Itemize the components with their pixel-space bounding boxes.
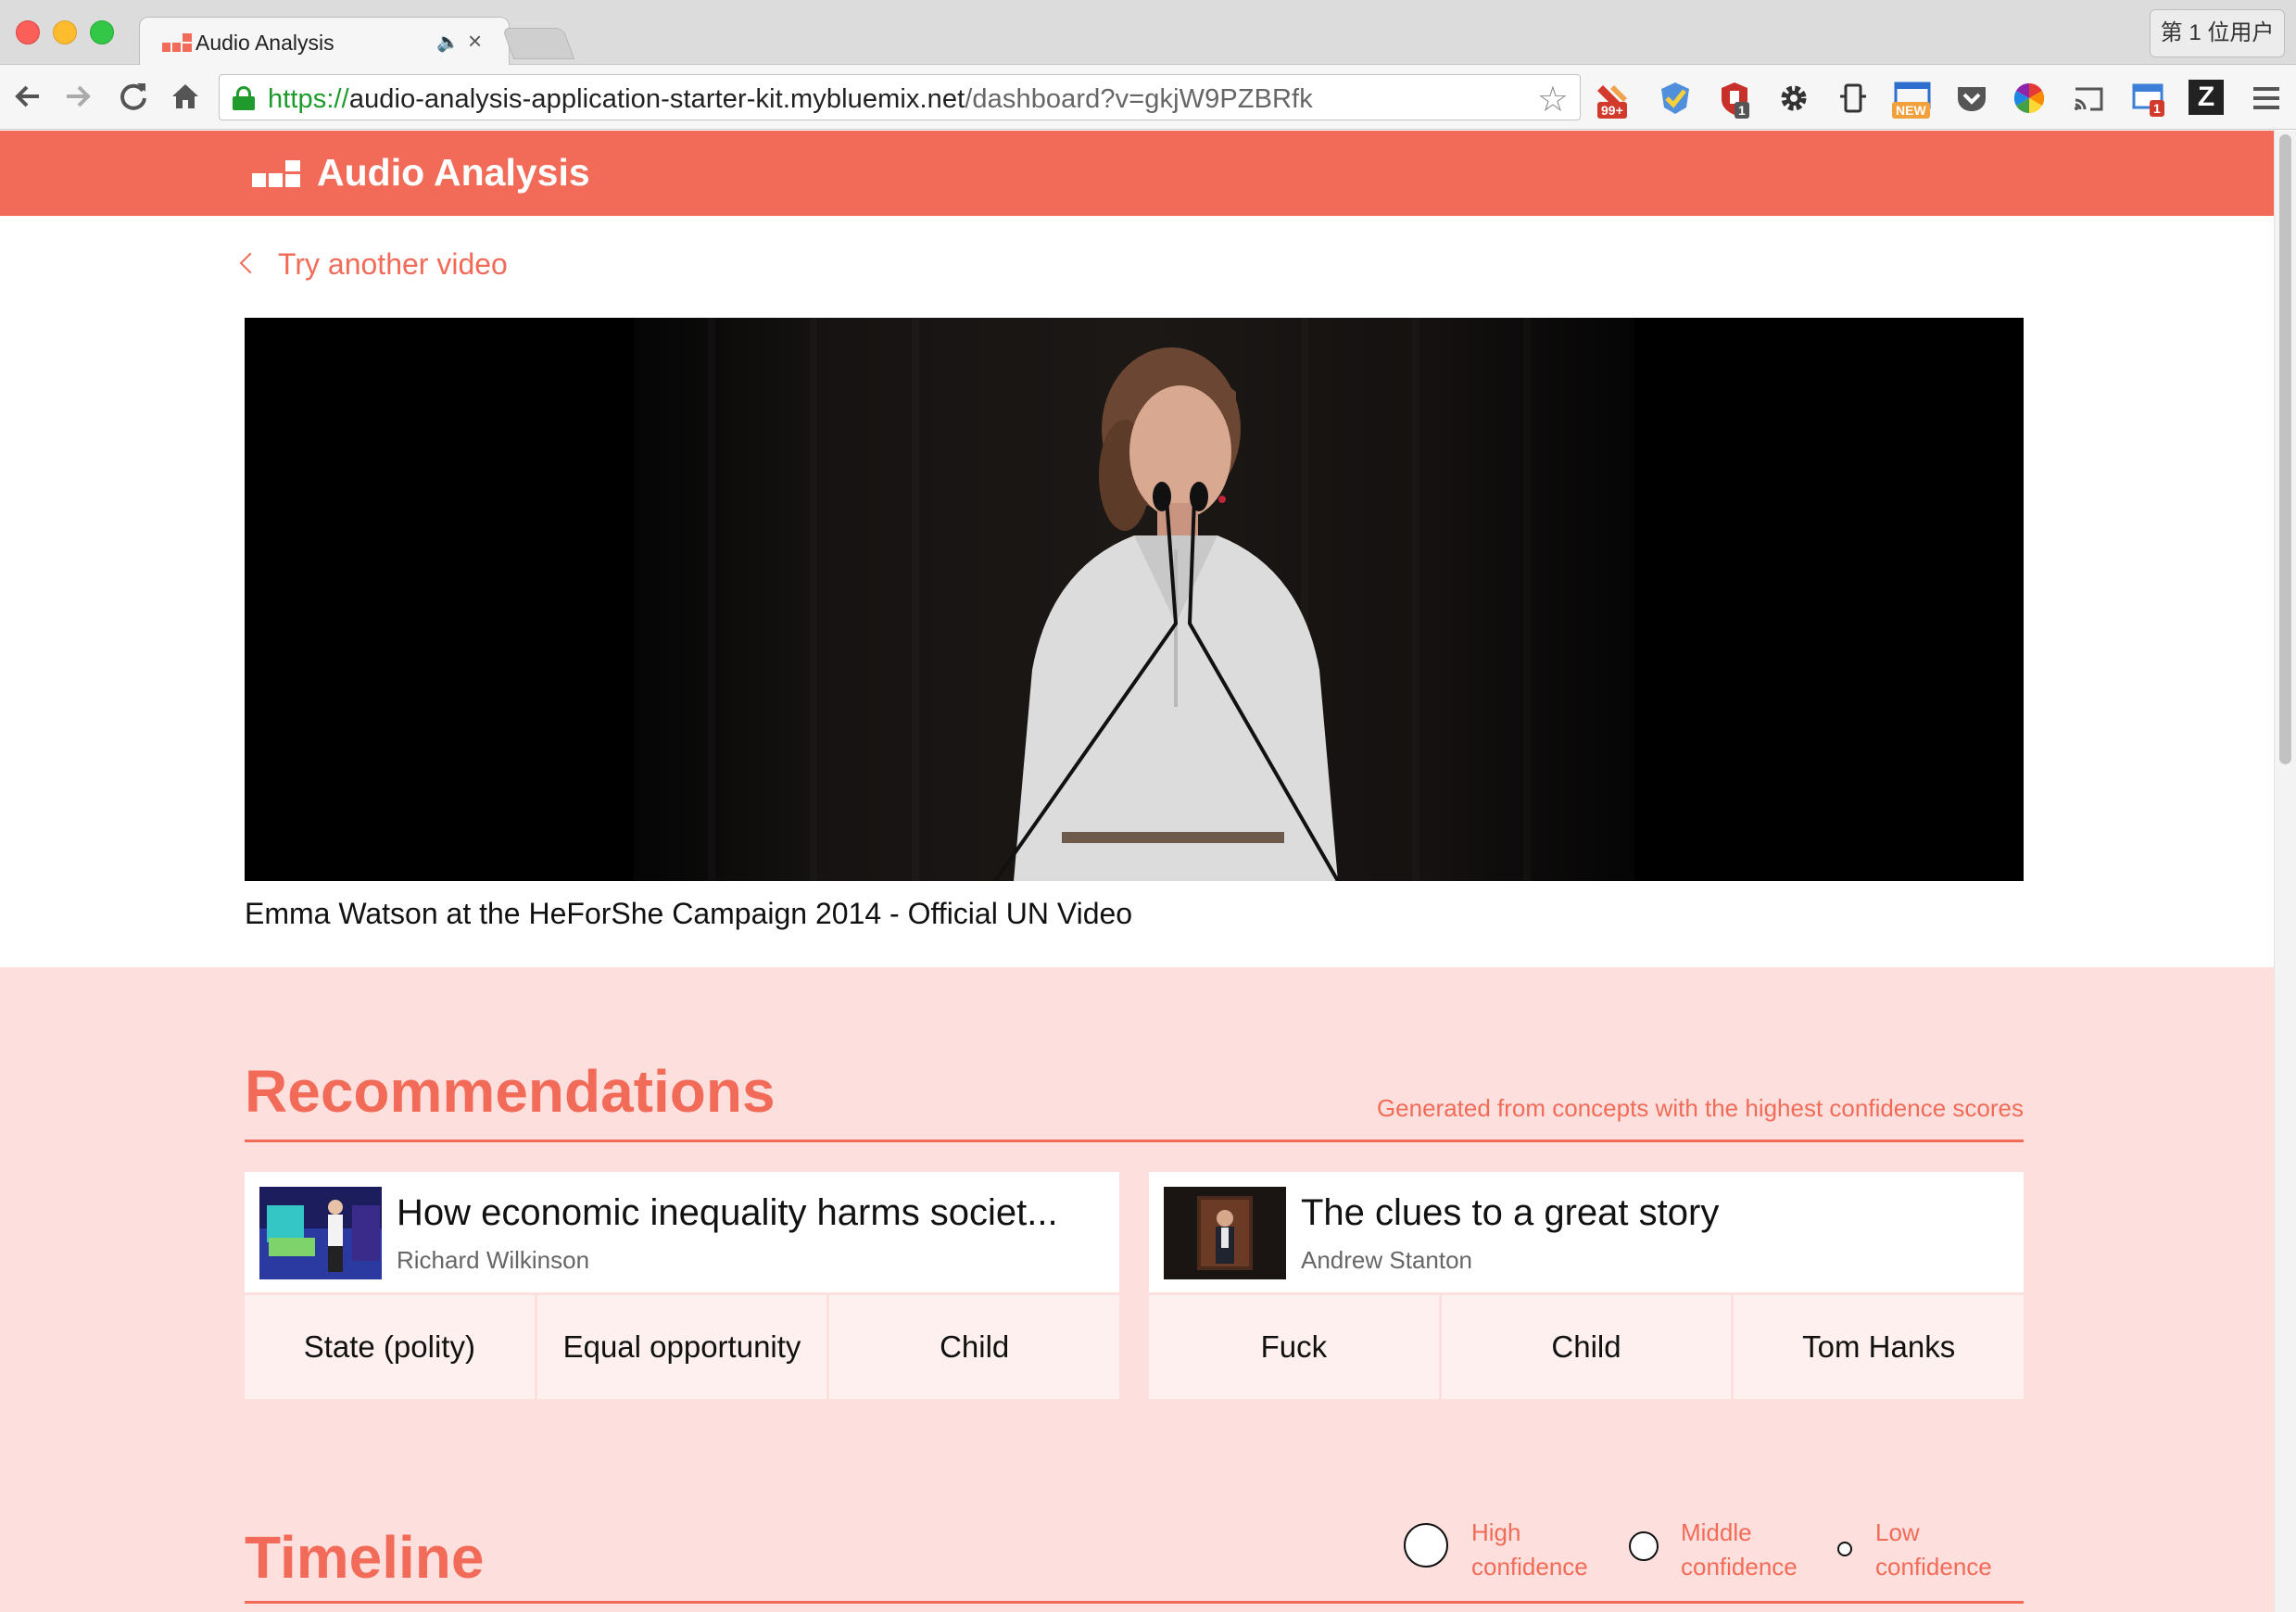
video-frame	[634, 318, 1634, 881]
cast-icon[interactable]	[2070, 80, 2107, 117]
concept-tags: State (polity) Equal opportunity Child	[245, 1295, 1120, 1399]
video-title: Emma Watson at the HeForShe Campaign 201…	[245, 897, 1133, 930]
color-wheel-icon[interactable]	[2011, 80, 2048, 117]
audio-analysis-logo-icon	[252, 160, 300, 188]
calendar-icon[interactable]: 1	[2129, 80, 2166, 117]
browser-toolbar: https://audio-analysis-application-start…	[0, 65, 2296, 130]
new-tab-button[interactable]	[501, 28, 575, 59]
gear-icon[interactable]	[1775, 80, 1812, 117]
video-player[interactable]	[245, 318, 2024, 881]
close-window-button[interactable]	[16, 20, 40, 44]
timeline-heading: Timeline	[245, 1524, 485, 1591]
recommendations-heading: Recommendations	[245, 1058, 776, 1125]
recommendations-subtitle: Generated from concepts with the highest…	[1376, 1094, 2024, 1122]
bookmark-star-icon[interactable]: ☆	[1537, 79, 1569, 120]
talk-thumbnail	[259, 1187, 382, 1279]
concept-tag[interactable]: Tom Hanks	[1734, 1295, 2025, 1399]
audio-analysis-favicon-icon	[162, 33, 192, 52]
low-confidence-label: Low confidence	[1875, 1518, 1992, 1581]
speaker-icon[interactable]: 🔈	[436, 31, 460, 54]
timeline-divider	[245, 1601, 2024, 1604]
menu-icon[interactable]	[2250, 80, 2287, 117]
checkmark-shield-icon[interactable]	[1657, 80, 1694, 117]
reload-icon[interactable]	[117, 80, 150, 119]
recommendation-author: Richard Wilkinson	[397, 1246, 590, 1274]
profile-button[interactable]: 第 1 位用户	[2150, 9, 2285, 57]
back-arrow-icon[interactable]	[11, 80, 44, 119]
concept-tag[interactable]: State (polity)	[245, 1295, 535, 1399]
app-header: Audio Analysis	[0, 131, 2274, 216]
recommendation-title[interactable]: How economic inequality harms societ...	[397, 1192, 1058, 1234]
minimize-window-button[interactable]	[53, 20, 77, 44]
ublock-icon[interactable]: 1	[1716, 80, 1753, 119]
high-confidence-label: High confidence	[1471, 1518, 1588, 1581]
address-bar[interactable]: https://audio-analysis-application-start…	[219, 74, 1581, 120]
home-icon[interactable]	[169, 80, 202, 119]
url-text[interactable]: https://audio-analysis-application-start…	[268, 84, 1313, 115]
close-tab-icon[interactable]: ×	[468, 27, 482, 56]
page-content: Audio Analysis Try another video Emma Wa…	[0, 131, 2274, 1612]
lock-icon	[233, 86, 255, 110]
browser-titlebar: Audio Analysis 🔈 × 第 1 位用户	[0, 0, 2296, 67]
talk-thumbnail	[1164, 1187, 1286, 1279]
middle-confidence-circle-icon	[1629, 1531, 1659, 1561]
page-scrollbar[interactable]	[2274, 131, 2296, 1612]
high-confidence-circle-icon	[1404, 1523, 1448, 1568]
concept-tags: Fuck Child Tom Hanks	[1149, 1295, 2025, 1399]
concept-tag[interactable]: Fuck	[1149, 1295, 1439, 1399]
recommendation-author: Andrew Stanton	[1301, 1246, 1473, 1274]
back-link-label: Try another video	[278, 247, 508, 281]
new-tab-icon[interactable]: NEW	[1892, 80, 1931, 119]
chevron-left-icon	[239, 252, 261, 274]
recommendation-card[interactable]: The clues to a great story Andrew Stanto…	[1149, 1172, 2025, 1399]
scrollbar-thumb[interactable]	[2279, 134, 2291, 764]
zoom-window-button[interactable]	[90, 20, 114, 44]
forward-arrow-icon[interactable]	[61, 80, 95, 119]
app-title: Audio Analysis	[317, 151, 590, 194]
concept-tag[interactable]: Child	[829, 1295, 1120, 1399]
low-confidence-circle-icon	[1837, 1542, 1852, 1556]
concept-tag[interactable]: Child	[1441, 1295, 1732, 1399]
recommendations-divider	[245, 1140, 2024, 1142]
pocket-icon[interactable]	[1953, 80, 1990, 117]
middle-confidence-label: Middle confidence	[1681, 1518, 1798, 1581]
zotero-icon[interactable]: Z	[2189, 80, 2224, 115]
recommendation-title[interactable]: The clues to a great story	[1301, 1192, 1719, 1234]
speaker-figure	[993, 347, 1340, 881]
try-another-video-link[interactable]: Try another video	[239, 247, 508, 282]
recommendation-card[interactable]: How economic inequality harms societ... …	[245, 1172, 1120, 1399]
lastpass-icon[interactable]: 99+	[1596, 80, 1633, 119]
recommendation-header[interactable]: The clues to a great story Andrew Stanto…	[1149, 1172, 2024, 1292]
tab-title: Audio Analysis	[196, 31, 334, 55]
device-icon[interactable]	[1835, 80, 1872, 117]
concept-tag[interactable]: Equal opportunity	[536, 1295, 827, 1399]
recommendation-header[interactable]: How economic inequality harms societ... …	[245, 1172, 1119, 1292]
browser-tab-active[interactable]: Audio Analysis 🔈 ×	[139, 17, 510, 67]
